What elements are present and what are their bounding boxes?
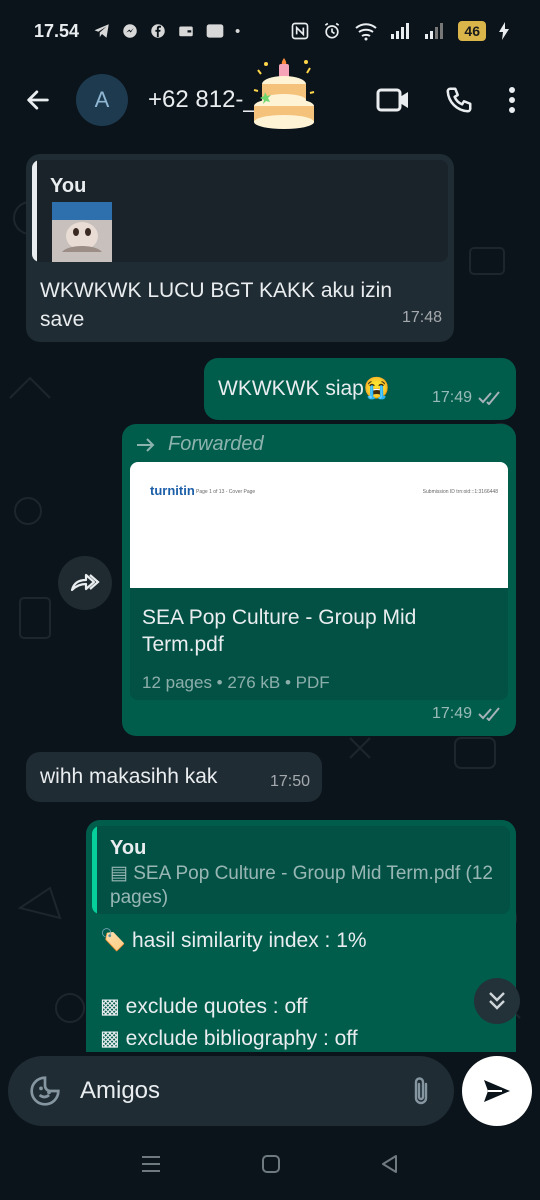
triangle-back-icon	[382, 1154, 398, 1173]
menu-button[interactable]	[508, 86, 516, 114]
forward-icon	[70, 573, 100, 592]
message-input[interactable]: Amigos	[80, 1077, 410, 1105]
incoming-message[interactable]: wihh makasihh kak 17:50	[26, 752, 322, 802]
system-icons: 46	[290, 21, 510, 41]
recent-apps-button[interactable]	[140, 1154, 162, 1179]
message-line-bibliography: ▩ exclude bibliography : off	[100, 1027, 358, 1050]
facebook-icon	[151, 24, 165, 38]
system-back-button[interactable]	[380, 1154, 400, 1179]
attach-button[interactable]	[410, 1075, 432, 1107]
sticker-icon	[30, 1076, 60, 1106]
message-text: WKWKWK LUCU BGT KAKK aku izin save	[40, 279, 393, 331]
message-text: WKWKWK siap😭	[218, 377, 390, 400]
message-input-container[interactable]: Amigos	[8, 1056, 454, 1126]
document-preview[interactable]: turnitin Page 1 of 13 - Cover Page Submi…	[130, 462, 508, 588]
quote-bar	[92, 826, 97, 914]
quote-author: You	[50, 175, 87, 197]
quoted-message[interactable]: You ▤ SEA Pop Culture - Group Mid Term.p…	[92, 826, 510, 914]
telegram-icon	[94, 24, 109, 38]
incoming-message[interactable]: You WKWKWK LUCU BGT KAKK aku izin save 1…	[26, 154, 454, 342]
read-ticks-icon	[478, 390, 500, 405]
messenger-icon	[123, 24, 137, 38]
read-ticks-icon	[478, 706, 500, 721]
quoted-document: ▤ SEA Pop Culture - Group Mid Term.pdf (…	[110, 863, 493, 908]
message-line-similarity: 🏷️ hasil similarity index : 1%	[100, 929, 367, 952]
scroll-to-bottom-button[interactable]	[474, 978, 520, 1024]
video-call-button[interactable]	[376, 87, 410, 113]
chat-area[interactable]: You WKWKWK LUCU BGT KAKK aku izin save 1…	[0, 138, 540, 1052]
outgoing-message[interactable]: WKWKWK siap😭 17:49	[204, 358, 516, 420]
document-title: SEA Pop Culture - Group Mid Term.pdf	[142, 606, 417, 656]
sticker-button[interactable]	[28, 1074, 62, 1108]
alarm-icon	[325, 22, 340, 39]
signal-icon	[391, 23, 410, 39]
preview-submission-id: Submission ID trn:oid:::1:3166448	[422, 489, 498, 495]
wifi-icon	[355, 23, 378, 41]
forward-button[interactable]	[58, 556, 112, 610]
wallet-icon	[179, 26, 193, 37]
more-vertical-icon	[509, 87, 515, 113]
message-line-quotes: ▩ exclude quotes : off	[100, 995, 308, 1018]
avatar[interactable]: A	[76, 74, 128, 126]
square-icon	[261, 1154, 280, 1173]
message-text: wihh makasihh kak	[40, 765, 218, 788]
signal-2-icon	[425, 23, 444, 39]
send-icon	[484, 1080, 510, 1102]
battery-level: 46	[458, 21, 486, 41]
document-icon: ▤	[110, 863, 134, 884]
menu-lines-icon	[141, 1155, 160, 1172]
message-time: 17:50	[269, 773, 310, 790]
outgoing-message[interactable]: You ▤ SEA Pop Culture - Group Mid Term.p…	[86, 820, 516, 1052]
nfc-icon	[292, 22, 309, 40]
arrow-left-icon	[27, 90, 49, 110]
more-notifications-dot: •	[235, 22, 241, 40]
document-info[interactable]: SEA Pop Culture - Group Mid Term.pdf 12 …	[130, 588, 508, 700]
paperclip-icon	[414, 1077, 428, 1105]
quoted-message[interactable]: You	[32, 160, 448, 262]
phone-icon	[446, 87, 472, 113]
system-navigation-bar	[0, 1132, 540, 1200]
charging-icon	[499, 22, 509, 40]
forwarded-label: Forwarded	[136, 430, 264, 459]
notification-icons: •	[93, 22, 240, 40]
composer: Amigos	[0, 1052, 540, 1132]
double-chevron-down-icon	[489, 992, 505, 1010]
back-button[interactable]	[18, 80, 58, 120]
quote-bar	[32, 160, 37, 262]
status-time: 17.54	[34, 20, 80, 41]
outgoing-document-message[interactable]: Forwarded turnitin Page 1 of 13 - Cover …	[122, 424, 516, 736]
send-button[interactable]	[462, 1056, 532, 1126]
preview-page-label: Page 1 of 13 - Cover Page	[196, 489, 256, 495]
message-time: 17:48	[401, 309, 442, 326]
voice-call-button[interactable]	[444, 85, 474, 115]
message-time: 17:49	[432, 383, 502, 412]
home-button[interactable]	[261, 1154, 281, 1179]
birthday-cake-icon	[253, 58, 315, 129]
quoted-image-thumbnail	[52, 202, 112, 262]
app-notification-icon	[206, 24, 224, 38]
message-time: 17:49	[432, 699, 502, 728]
video-camera-icon	[376, 88, 408, 112]
forward-icon	[137, 437, 155, 452]
document-meta: 12 pages • 276 kB • PDF	[142, 673, 330, 692]
turnitin-logo: turnitin	[150, 483, 195, 498]
quote-author: You	[110, 837, 147, 859]
